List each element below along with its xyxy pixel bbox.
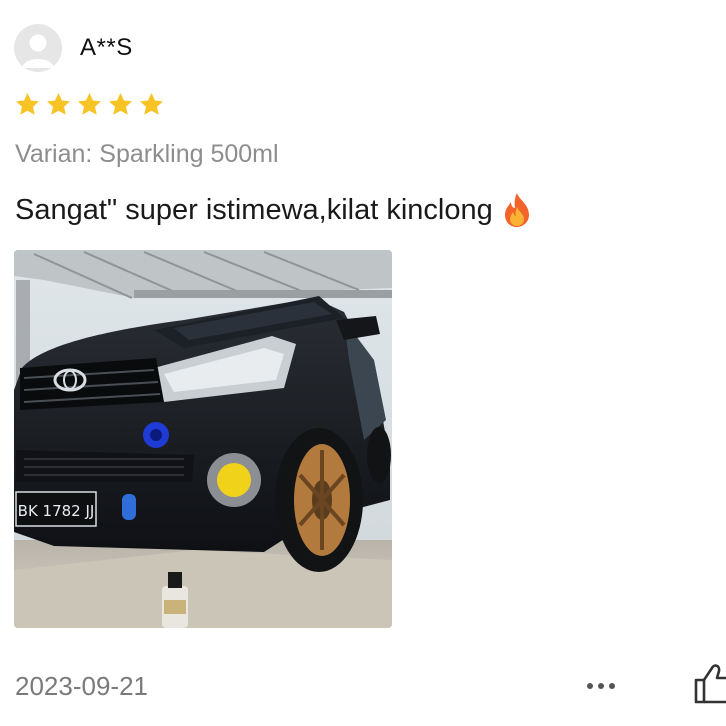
- plate-text: BK 1782 JJ: [18, 502, 95, 520]
- more-dot: [598, 683, 604, 689]
- more-icon[interactable]: [578, 676, 624, 696]
- star-icon: [16, 93, 39, 115]
- fire-emoji-icon: [504, 193, 529, 227]
- more-dot: [609, 683, 615, 689]
- star-icon: [47, 93, 70, 115]
- user-avatar-icon[interactable]: [14, 24, 62, 72]
- star-icon: [140, 93, 163, 115]
- review-comment-row: Sangat" super istimewa,kilat kinclong: [15, 192, 533, 228]
- review-photo[interactable]: BK 1782 JJ: [14, 250, 392, 628]
- car-photo: BK 1782 JJ: [14, 250, 392, 628]
- username[interactable]: A**S: [80, 34, 133, 62]
- thumbs-up-icon[interactable]: [692, 660, 726, 704]
- product-variant: Varian: Sparkling 500ml: [15, 140, 279, 168]
- review-comment: Sangat" super istimewa,kilat kinclong: [15, 193, 493, 226]
- review-card: A**S Varian: Sparkling 500ml Sangat" sup…: [0, 0, 726, 726]
- star-icon: [78, 93, 101, 115]
- more-dot: [587, 683, 593, 689]
- review-header: A**S: [14, 24, 133, 72]
- star-icon: [109, 93, 132, 115]
- review-date: 2023-09-21: [15, 671, 148, 701]
- star-rating: [14, 91, 165, 118]
